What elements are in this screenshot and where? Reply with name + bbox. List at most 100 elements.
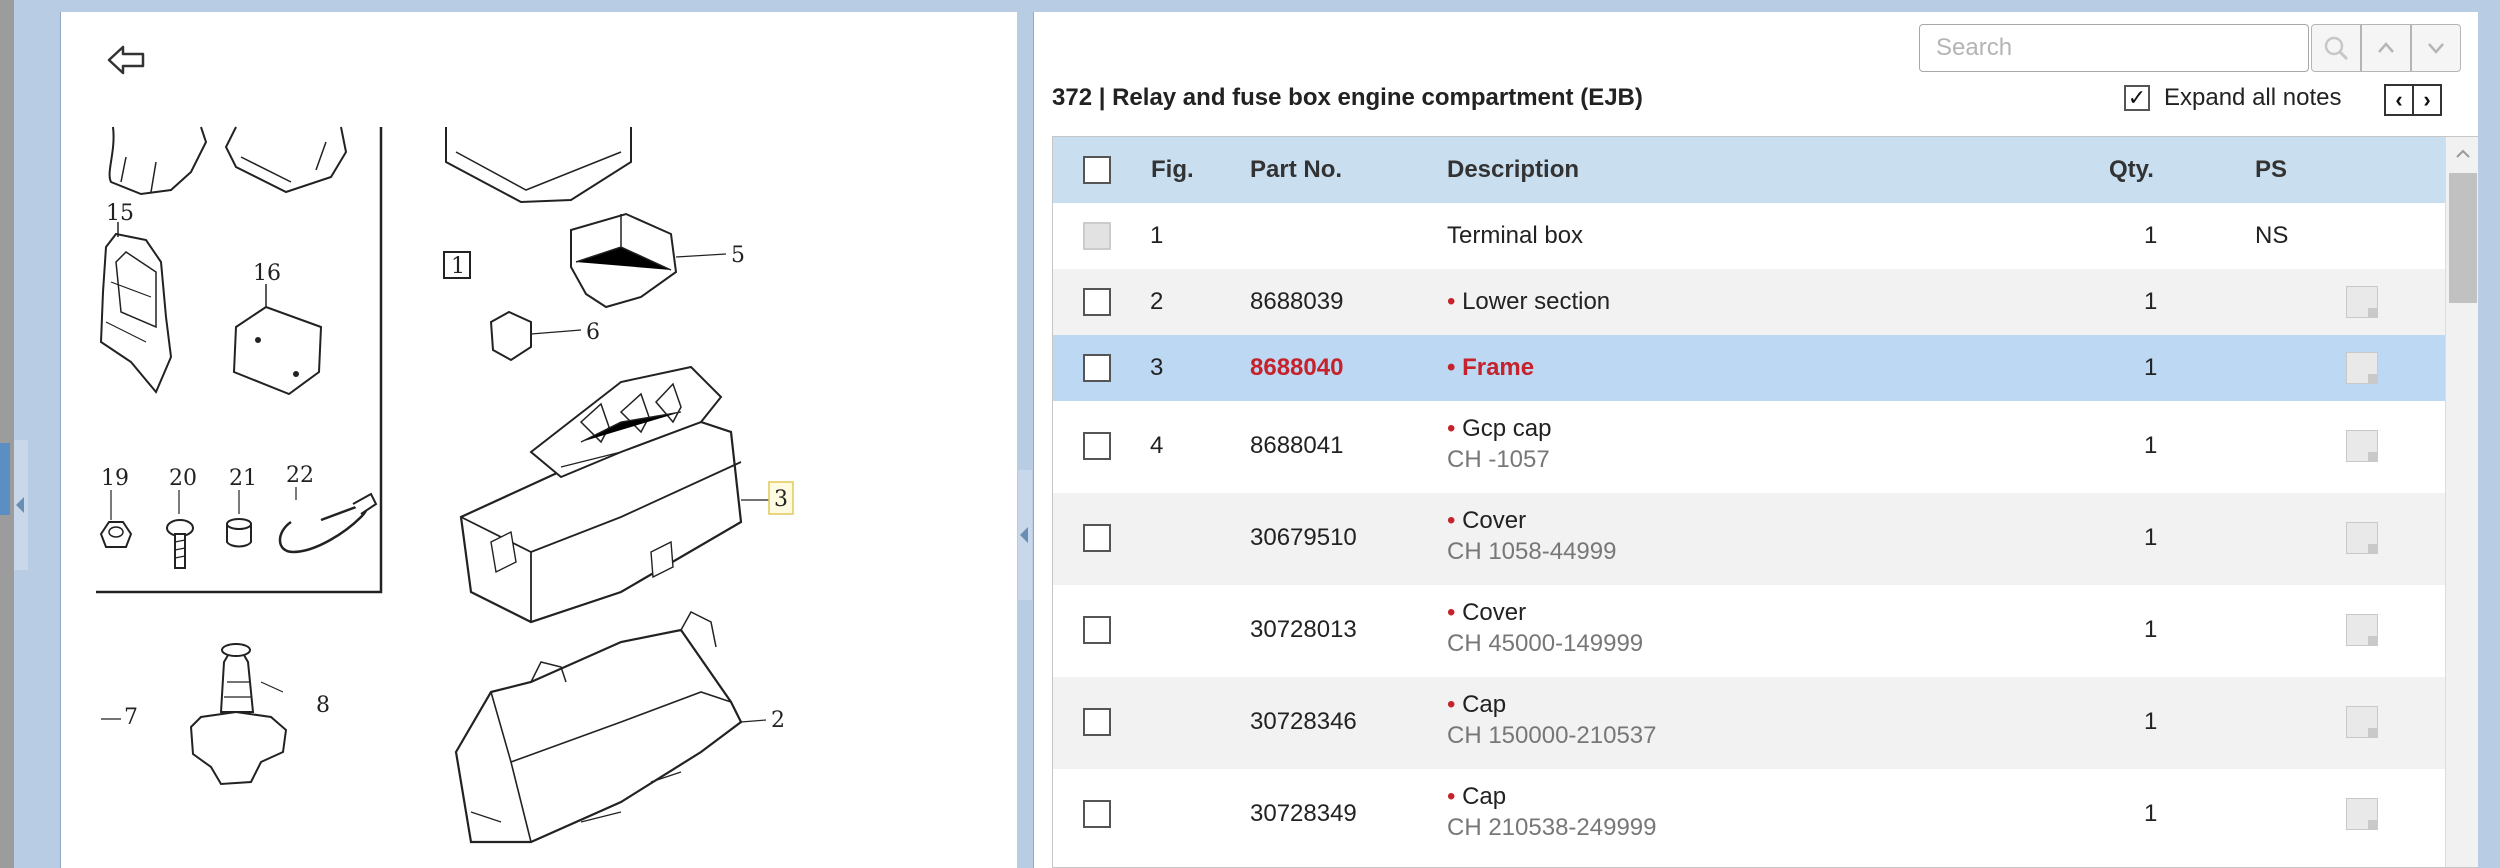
callout-16[interactable]: 16 [253,261,281,286]
parts-table: Fig. Part No. Description Qty. PS 1 Term… [1052,136,2479,868]
table-row[interactable]: 1 Terminal box 1 NS [1053,203,2445,269]
description-text: Cover [1462,599,1527,626]
part-no-cell[interactable]: 8688039 [1250,288,1343,316]
column-header-ps[interactable]: PS [2255,137,2287,203]
description-text: Gcp cap [1462,415,1552,442]
callout-5[interactable]: 5 [731,243,745,268]
description-cell: • Cap [1447,783,1506,811]
row-checkbox[interactable] [1083,354,1111,382]
part-no-cell[interactable]: 30728346 [1250,708,1357,736]
chassis-range: CH 1058-44999 [1447,538,1617,565]
callout-3[interactable]: 3 [774,487,788,512]
column-header-part-no[interactable]: Part No. [1250,137,1342,203]
ps-cell: NS [2255,222,2289,249]
callout-6[interactable]: 6 [586,320,600,345]
part-no-cell[interactable]: 8688041 [1250,432,1343,460]
table-header: Fig. Part No. Description Qty. PS [1053,137,2445,203]
bullet: • [1447,691,1456,718]
expand-all-notes-toggle[interactable]: ✓ Expand all notes [2124,84,2341,112]
magnifier-icon [2324,36,2349,61]
callout-20[interactable]: 20 [169,466,197,491]
note-icon[interactable] [2346,430,2378,462]
bullet: • [1447,599,1456,626]
note-icon[interactable] [2346,522,2378,554]
search-field[interactable] [1919,24,2309,72]
qty-cell: 1 [2144,222,2158,249]
collapse-left-handle[interactable] [14,440,28,570]
part-no-cell[interactable]: 30679510 [1250,524,1357,552]
row-checkbox[interactable] [1083,288,1111,316]
scrollbar-thumb[interactable] [2449,173,2477,303]
table-scrollbar[interactable] [2445,137,2478,867]
row-checkbox[interactable] [1083,708,1111,736]
description-text: Cover [1462,507,1527,534]
next-match-button[interactable] [2411,24,2461,72]
fig-cell: 2 [1150,288,1164,315]
group-title: 372 | Relay and fuse box engine compartm… [1052,84,1643,111]
description-cell: • Cover [1447,507,1526,535]
column-header-description[interactable]: Description [1447,137,1579,203]
expand-all-notes-label: Expand all notes [2164,84,2342,111]
note-icon[interactable] [2346,614,2378,646]
description-text: Cap [1462,691,1507,718]
note-icon[interactable] [2346,706,2378,738]
fig-cell: 3 [1150,354,1164,381]
table-row[interactable]: 4 8688041 • Gcp cap CH -1057 1 [1053,401,2445,493]
part-no-cell[interactable]: 8688040 [1250,354,1343,382]
table-row-selected[interactable]: 3 8688040 • Frame 1 [1053,335,2445,401]
callout-21[interactable]: 21 [229,466,257,491]
fig-cell: 1 [1150,222,1164,249]
callout-19[interactable]: 19 [101,466,129,491]
description-cell: • Frame [1447,354,1534,382]
description-cell: Terminal box [1447,222,1584,249]
top-border [60,0,2500,12]
search-button[interactable] [2311,24,2361,72]
qty-cell: 1 [2144,288,2158,315]
row-checkbox[interactable] [1083,616,1111,644]
expand-all-notes-checkbox[interactable]: ✓ [2124,85,2150,111]
back-arrow-icon[interactable] [105,42,149,78]
bullet: • [1447,354,1456,381]
chevron-down-icon [2428,43,2444,54]
row-checkbox[interactable] [1083,432,1111,460]
collapse-drawing-handle[interactable] [1018,470,1032,600]
note-icon[interactable] [2346,798,2378,830]
callout-22[interactable]: 22 [286,463,314,488]
part-no-cell[interactable]: 30728013 [1250,616,1357,644]
search-input[interactable] [1920,25,2308,71]
callout-15[interactable]: 15 [106,201,134,226]
description-cell: • Cap [1447,691,1506,719]
column-header-fig[interactable]: Fig. [1151,137,1194,203]
table-row[interactable]: 30728346 • Cap CH 150000-210537 1 [1053,677,2445,769]
previous-group-button[interactable]: ‹ [2384,84,2414,116]
part-no-cell[interactable]: 30728349 [1250,800,1357,828]
pane-splitter[interactable] [1017,0,1033,868]
select-all-checkbox[interactable] [1083,156,1111,184]
row-checkbox[interactable] [1083,800,1111,828]
description-cell: • Cover [1447,599,1526,627]
qty-cell: 1 [2144,800,2158,827]
table-row[interactable]: 30728349 • Cap CH 210538-249999 1 [1053,769,2445,861]
row-checkbox[interactable] [1083,524,1111,552]
next-group-button[interactable]: › [2412,84,2442,116]
table-row[interactable]: 30679510 • Cover CH 1058-44999 1 [1053,493,2445,585]
note-icon[interactable] [2346,286,2378,318]
callout-1[interactable]: 1 [451,254,465,279]
callout-2[interactable]: 2 [771,708,785,733]
left-collapse-bar [14,0,60,868]
table-row[interactable]: 2 8688039 • Lower section 1 [1053,269,2445,335]
description-cell: • Gcp cap [1447,415,1551,443]
description-text: Cap [1462,783,1507,810]
qty-cell: 1 [2144,432,2158,459]
chevron-up-icon [2378,42,2394,53]
callout-7[interactable]: 7 [124,705,138,730]
exploded-parts-drawing[interactable]: 15 16 19 20 21 22 7 8 1 5 6 3 2 [61,122,1018,868]
table-row[interactable]: 30728013 • Cover CH 45000-149999 1 [1053,585,2445,677]
edge-tab[interactable] [0,443,10,515]
callout-8[interactable]: 8 [316,693,330,718]
row-checkbox [1083,222,1111,250]
note-icon[interactable] [2346,352,2378,384]
column-header-qty[interactable]: Qty. [2109,137,2154,203]
previous-match-button[interactable] [2361,24,2411,72]
scroll-up-button[interactable] [2446,137,2478,171]
